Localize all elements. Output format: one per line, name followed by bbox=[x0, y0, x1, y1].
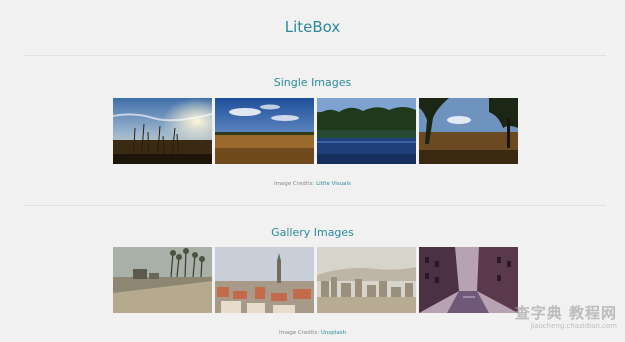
credits-link-little-visuals[interactable]: Little Visuals bbox=[316, 181, 351, 187]
thumb-tree-field[interactable] bbox=[419, 98, 518, 164]
credits-label: Image Credits: bbox=[274, 181, 315, 187]
single-images-row bbox=[113, 98, 518, 164]
thumb-city-skyline[interactable] bbox=[317, 247, 416, 313]
gallery-images-row bbox=[113, 247, 518, 313]
credits-link-unsplash[interactable]: Unsplash bbox=[321, 330, 346, 336]
meadow-sky-image bbox=[215, 98, 314, 164]
page: LiteBox Single Images Image Credits: Lit… bbox=[0, 0, 625, 342]
city-rooftops-image bbox=[215, 247, 314, 313]
site-title: LiteBox bbox=[284, 18, 341, 36]
thumb-field-sunset[interactable] bbox=[113, 98, 212, 164]
gallery-images-heading: Gallery Images bbox=[271, 226, 354, 239]
beach-palms-image bbox=[113, 247, 212, 313]
thumb-city-rooftops[interactable] bbox=[215, 247, 314, 313]
thumb-beach-palms[interactable] bbox=[113, 247, 212, 313]
lake-reflection-image bbox=[317, 98, 416, 164]
tree-field-image bbox=[419, 98, 518, 164]
divider bbox=[24, 55, 606, 56]
thumb-lake-reflection[interactable] bbox=[317, 98, 416, 164]
city-skyline-image bbox=[317, 247, 416, 313]
watermark: 查字典 教程网 jiaocheng.chazidian.com bbox=[487, 304, 617, 338]
watermark-sub-text: jiaocheng.chazidian.com bbox=[530, 322, 617, 330]
thumb-meadow-sky[interactable] bbox=[215, 98, 314, 164]
credits-label: Image Credits: bbox=[278, 330, 320, 336]
single-images-heading: Single Images bbox=[273, 76, 352, 89]
watermark-main-text: 查字典 教程网 bbox=[514, 304, 617, 322]
divider bbox=[24, 205, 606, 206]
single-images-credits: Image Credits: Little Visuals bbox=[0, 180, 625, 188]
field-sunset-image bbox=[113, 98, 212, 164]
